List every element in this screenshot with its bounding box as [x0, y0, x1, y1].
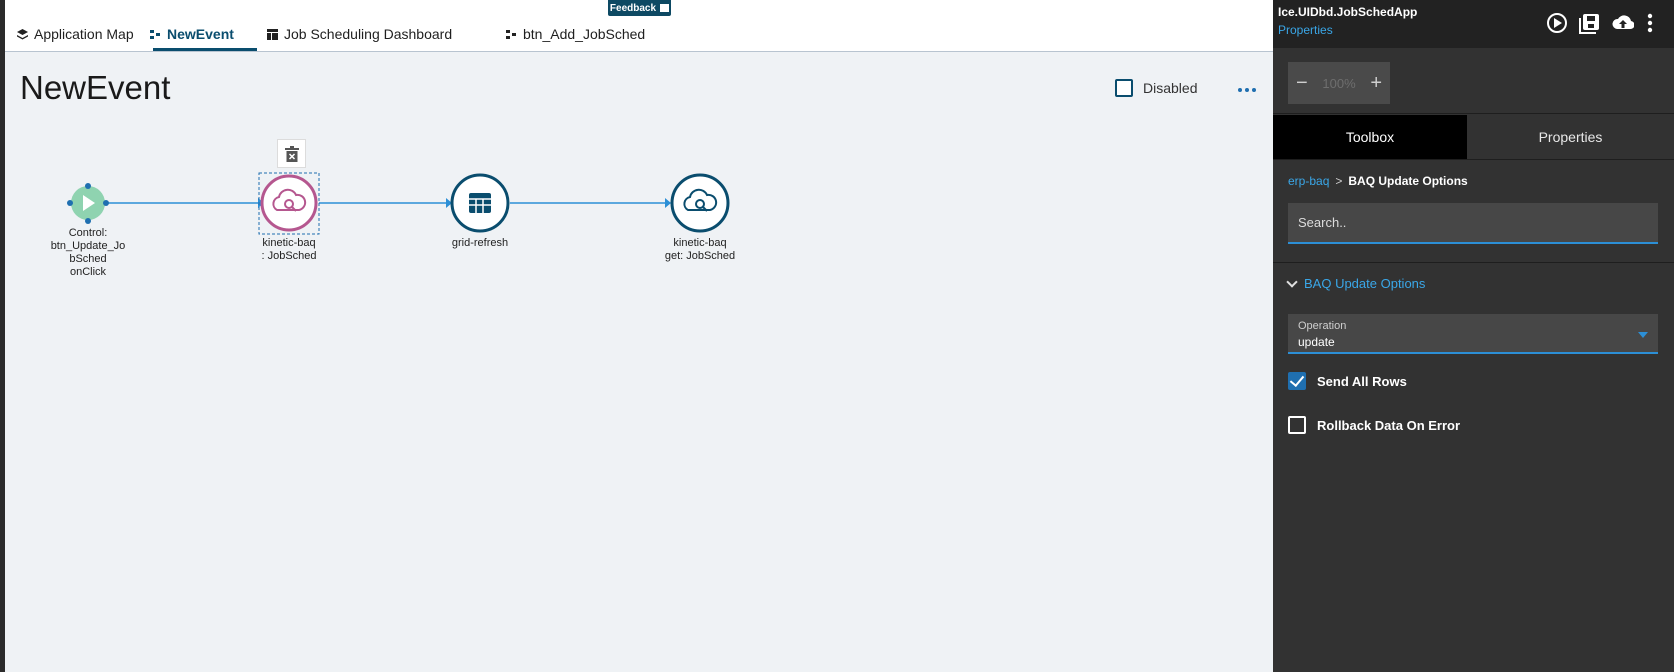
rollback-label: Rollback Data On Error — [1317, 417, 1461, 433]
grid-icon — [469, 193, 491, 213]
zoom-in-button[interactable]: + — [1370, 73, 1382, 93]
chevron-down-icon — [1286, 275, 1298, 288]
zoom-level: 100% — [1322, 75, 1356, 91]
zoom-out-button[interactable]: − — [1296, 73, 1308, 93]
kinetic-baq-node-selected[interactable] — [258, 172, 320, 235]
play-circle-icon[interactable] — [1546, 12, 1568, 34]
search-input[interactable]: Search.. — [1288, 203, 1658, 244]
breadcrumb-separator: > — [1335, 174, 1343, 188]
operation-value: update — [1298, 335, 1335, 349]
divider — [1273, 159, 1674, 160]
rollback-option[interactable]: Rollback Data On Error — [1288, 416, 1460, 434]
app-name: Ice.UIDbd.JobSchedApp — [1278, 5, 1418, 19]
trash-icon — [284, 145, 299, 162]
tab-properties[interactable]: Properties — [1467, 115, 1674, 159]
send-all-rows-checkbox[interactable] — [1288, 372, 1306, 390]
kinetic-baq-get-node[interactable] — [670, 173, 730, 233]
divider — [1273, 262, 1674, 263]
properties-panel: Ice.UIDbd.JobSchedApp Properties − 100% … — [1273, 0, 1674, 672]
section-title: BAQ Update Options — [1304, 276, 1426, 291]
rollback-checkbox[interactable] — [1288, 416, 1306, 434]
kebab-menu-icon[interactable] — [1645, 12, 1655, 34]
cloud-upload-icon[interactable] — [1612, 12, 1634, 34]
breadcrumb-link[interactable]: erp-baq — [1288, 174, 1329, 188]
panel-header: Ice.UIDbd.JobSchedApp Properties — [1273, 0, 1674, 48]
grid-refresh-node[interactable] — [450, 173, 510, 233]
kinetic-baq-node-label: kinetic-baq : JobSched — [261, 237, 317, 262]
trigger-node[interactable] — [67, 183, 109, 224]
breadcrumb-current: BAQ Update Options — [1348, 174, 1468, 188]
operation-select[interactable]: Operation update — [1288, 314, 1658, 354]
delete-node-button[interactable] — [277, 139, 306, 168]
section-header[interactable]: BAQ Update Options — [1286, 275, 1426, 291]
dropdown-arrow-icon — [1638, 332, 1648, 338]
event-flow-diagram — [67, 172, 730, 235]
app-sub-link[interactable]: Properties — [1278, 23, 1333, 37]
divider — [1273, 113, 1674, 114]
main-area: Application Map NewEvent Job Scheduling … — [5, 0, 1273, 672]
operation-label: Operation — [1298, 320, 1347, 332]
kinetic-baq-get-node-label: kinetic-baq get: JobSched — [664, 237, 736, 262]
send-all-rows-option[interactable]: Send All Rows — [1288, 372, 1407, 390]
zoom-control: − 100% + — [1288, 62, 1390, 104]
connector-arrow-icon — [665, 198, 671, 208]
trigger-node-label: Control: btn_Update_Jo bSched onClick — [50, 227, 126, 278]
tab-toolbox[interactable]: Toolbox — [1273, 115, 1467, 159]
send-all-rows-label: Send All Rows — [1317, 373, 1407, 389]
grid-refresh-node-label: grid-refresh — [451, 237, 509, 249]
breadcrumb: erp-baq > BAQ Update Options — [1288, 174, 1468, 188]
save-icon[interactable] — [1579, 12, 1601, 34]
